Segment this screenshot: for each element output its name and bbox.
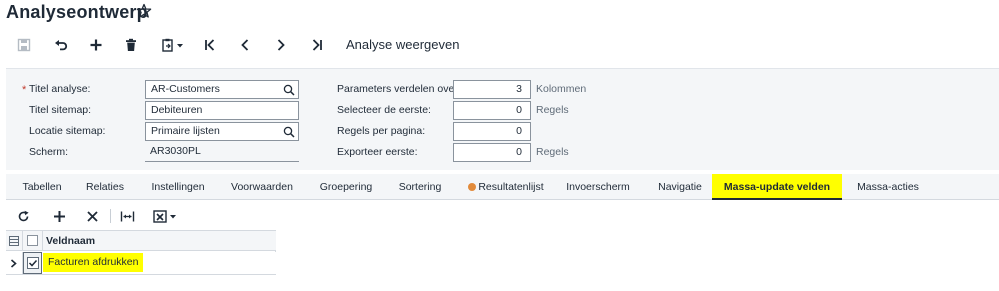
sitemap-location-value: Primaire lijsten bbox=[151, 125, 220, 137]
delete-button[interactable] bbox=[121, 35, 141, 55]
grid-delete-button[interactable] bbox=[83, 207, 101, 225]
screen-value: AR3030PL bbox=[145, 143, 299, 162]
fit-width-icon bbox=[120, 211, 134, 221]
undo-icon bbox=[55, 40, 68, 51]
rows-per-page-label: Regels per pagina: bbox=[337, 125, 426, 137]
save-icon bbox=[17, 38, 31, 52]
form-panel: * Titel analyse: AR-Customers Titel site… bbox=[6, 68, 999, 170]
next-record-button[interactable] bbox=[271, 35, 291, 55]
chevron-right-icon bbox=[10, 259, 17, 268]
table-row[interactable]: Facturen afdrukken bbox=[6, 252, 276, 275]
title-label: Titel analyse: bbox=[29, 83, 91, 95]
field-name-cell[interactable]: Facturen afdrukken bbox=[43, 253, 144, 272]
previous-record-button[interactable] bbox=[235, 35, 255, 55]
params-label: Parameters verdelen over: bbox=[337, 83, 461, 95]
undo-button[interactable] bbox=[51, 35, 71, 55]
select-first-unit: Regels bbox=[536, 104, 569, 116]
row-checkbox[interactable] bbox=[27, 257, 39, 269]
params-input[interactable]: 3 bbox=[453, 80, 531, 99]
export-first-unit: Regels bbox=[536, 146, 569, 158]
plus-icon bbox=[53, 210, 65, 222]
select-first-input[interactable]: 0 bbox=[453, 101, 531, 120]
sitemap-title-input[interactable]: Debiteuren bbox=[145, 101, 299, 120]
sitemap-title-value: Debiteuren bbox=[151, 104, 203, 116]
fields-grid: Veldnaam Facturen afdrukken bbox=[6, 230, 276, 275]
tab-massa-acties[interactable]: Massa-acties bbox=[853, 174, 923, 200]
export-excel-dropdown-button[interactable] bbox=[152, 207, 180, 225]
next-icon bbox=[277, 39, 285, 51]
first-record-button[interactable] bbox=[200, 35, 220, 55]
tab-instellingen[interactable]: Instellingen bbox=[146, 174, 210, 200]
add-button[interactable] bbox=[86, 35, 106, 55]
search-icon[interactable] bbox=[283, 84, 295, 96]
title-value: AR-Customers bbox=[151, 83, 220, 95]
grid-header: Veldnaam bbox=[6, 231, 276, 251]
tab-groepering[interactable]: Groepering bbox=[315, 174, 377, 200]
page-title: Analyseontwerp bbox=[6, 2, 148, 22]
title-bar: Analyseontwerp bbox=[0, 0, 999, 28]
sitemap-title-label: Titel sitemap: bbox=[29, 104, 92, 116]
sitemap-location-label: Locatie sitemap: bbox=[29, 125, 106, 137]
params-unit: Kolommen bbox=[536, 83, 587, 95]
tab-navigatie[interactable]: Navigatie bbox=[653, 174, 707, 200]
sitemap-location-input[interactable]: Primaire lijsten bbox=[145, 122, 299, 141]
tab-resultatenlijst[interactable]: Resultatenlijst bbox=[468, 174, 544, 200]
row-selector-icon[interactable] bbox=[9, 236, 19, 246]
required-marker: * bbox=[22, 84, 27, 96]
previous-icon bbox=[241, 39, 249, 51]
grid-column-divider bbox=[42, 231, 43, 250]
fit-columns-button[interactable] bbox=[118, 207, 136, 225]
star-icon[interactable] bbox=[136, 3, 152, 19]
tab-invoerscherm[interactable]: Invoerscherm bbox=[563, 174, 633, 200]
view-analysis-button[interactable]: Analyse weergeven bbox=[346, 37, 459, 52]
screen-label: Scherm: bbox=[29, 146, 69, 158]
title-input[interactable]: AR-Customers bbox=[145, 80, 299, 99]
export-first-label: Exporteer eerste: bbox=[337, 146, 418, 158]
close-icon bbox=[86, 210, 98, 222]
tab-tabellen[interactable]: Tabellen bbox=[16, 174, 68, 200]
plus-icon bbox=[90, 39, 102, 51]
tab-sortering[interactable]: Sortering bbox=[394, 174, 446, 200]
last-icon bbox=[312, 39, 322, 51]
save-button[interactable] bbox=[14, 35, 34, 55]
first-icon bbox=[205, 39, 215, 51]
tab-voorwaarden[interactable]: Voorwaarden bbox=[228, 174, 296, 200]
rows-per-page-input[interactable]: 0 bbox=[453, 122, 531, 141]
last-record-button[interactable] bbox=[307, 35, 327, 55]
select-first-label: Selecteer de eerste: bbox=[337, 104, 431, 116]
grid-column-divider bbox=[22, 231, 23, 250]
trash-icon bbox=[126, 38, 136, 51]
tab-resultatenlijst-label: Resultatenlijst bbox=[478, 181, 544, 193]
tab-massa-update-velden[interactable]: Massa-update velden bbox=[712, 174, 842, 200]
warning-icon bbox=[468, 183, 477, 191]
tab-relaties[interactable]: Relaties bbox=[82, 174, 128, 200]
clipboard-icon bbox=[162, 38, 183, 52]
excel-icon bbox=[153, 209, 176, 223]
tab-bar: Tabellen Relaties Instellingen Voorwaard… bbox=[6, 174, 999, 200]
search-icon[interactable] bbox=[283, 126, 295, 138]
column-header-veldnaam[interactable]: Veldnaam bbox=[46, 235, 95, 247]
toolbar-separator bbox=[110, 209, 111, 223]
clipboard-dropdown-button[interactable] bbox=[158, 35, 188, 55]
main-toolbar: Analyse weergeven bbox=[0, 30, 999, 60]
select-all-checkbox[interactable] bbox=[27, 235, 38, 246]
grid-toolbar bbox=[6, 200, 999, 230]
refresh-button[interactable] bbox=[14, 207, 32, 225]
grid-add-button[interactable] bbox=[50, 207, 68, 225]
export-first-input[interactable]: 0 bbox=[453, 143, 531, 162]
refresh-icon bbox=[18, 210, 29, 221]
